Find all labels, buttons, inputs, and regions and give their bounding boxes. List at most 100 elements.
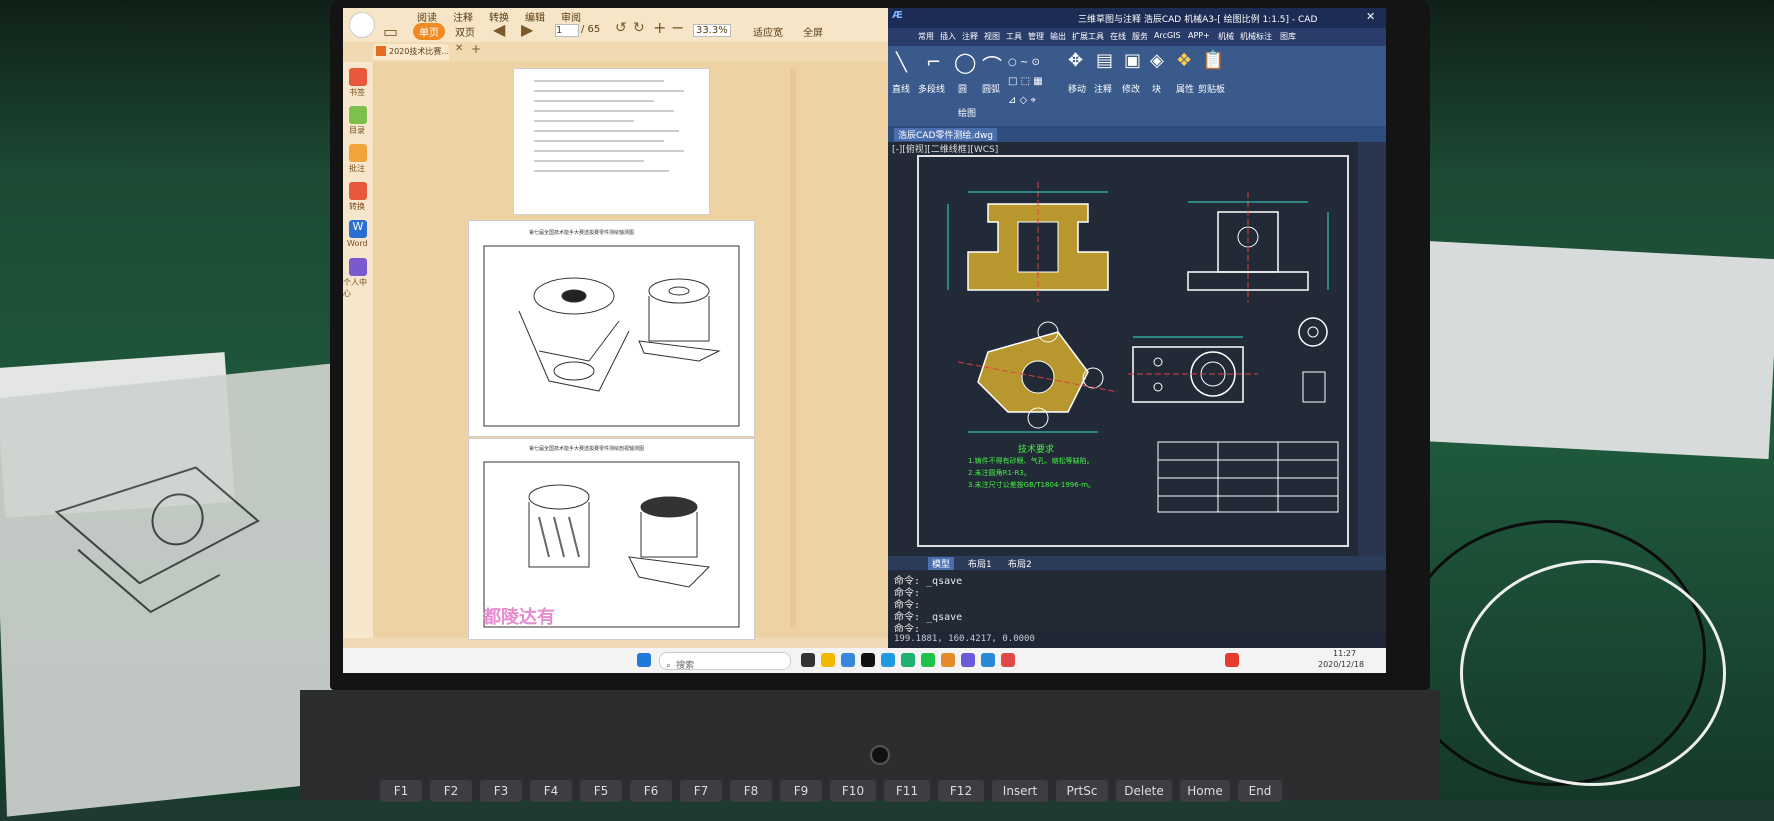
clipboard-icon[interactable]: 📋 (1202, 50, 1224, 71)
key-delete[interactable]: Delete (1116, 780, 1172, 802)
ribbon-tab[interactable]: 常用 (918, 31, 934, 42)
outline-icon[interactable] (349, 106, 367, 124)
zoom-in-icon[interactable]: + (653, 18, 666, 37)
user-center-icon[interactable] (349, 258, 367, 276)
app-logo-icon[interactable] (349, 12, 375, 38)
edge-icon[interactable] (881, 653, 895, 667)
search-box[interactable]: ⌕ 搜索 (659, 652, 791, 671)
ribbon-tab[interactable]: APP+ (1188, 31, 1210, 40)
clock-date[interactable]: 2020/12/18 (1318, 660, 1364, 669)
ribbon-tab[interactable]: 视图 (984, 31, 1000, 42)
ribbon-tab[interactable]: 机械 (1218, 31, 1234, 42)
cad-app-icon[interactable] (961, 653, 975, 667)
key-end[interactable]: End (1238, 780, 1282, 802)
browser-icon[interactable] (901, 653, 915, 667)
close-tab-icon[interactable]: ✕ (455, 43, 463, 54)
key-f8[interactable]: F8 (730, 780, 772, 802)
properties-button[interactable]: 属性 (1176, 82, 1194, 95)
key-f7[interactable]: F7 (680, 780, 722, 802)
key-prtsc[interactable]: PrtSc (1056, 780, 1108, 802)
prev-page-icon[interactable]: ◀ (493, 20, 505, 39)
fullscreen-button[interactable]: 全屏 (803, 24, 823, 39)
task-view-icon[interactable] (801, 653, 815, 667)
key-f1[interactable]: F1 (380, 780, 422, 802)
ribbon-tab[interactable]: 在线 (1110, 31, 1126, 42)
key-home[interactable]: Home (1180, 780, 1230, 802)
ribbon-tab[interactable]: 插入 (940, 31, 956, 42)
doc-tab[interactable]: 浩辰CAD零件测绘.dwg (894, 128, 998, 141)
cad-right-toolbar[interactable] (1358, 142, 1386, 556)
arc-button[interactable]: 圆弧 (982, 82, 1000, 95)
tab-layout1[interactable]: 布局1 (968, 557, 992, 570)
key-f5[interactable]: F5 (580, 780, 622, 802)
polyline-icon[interactable]: ⌐ (926, 52, 941, 73)
annotation-icon[interactable] (349, 144, 367, 162)
word-icon[interactable]: W (349, 220, 367, 238)
menu-review[interactable]: 审阅 (561, 9, 581, 24)
zoom-select[interactable]: 33.3% (693, 24, 731, 37)
key-f6[interactable]: F6 (630, 780, 672, 802)
ribbon-tab[interactable]: 扩展工具 (1072, 31, 1104, 42)
folder-icon[interactable]: ▭ (383, 22, 398, 41)
key-f11[interactable]: F11 (884, 780, 930, 802)
cad-drawing-area[interactable]: [-][俯视][二维线框][WCS] 技术要求 1.铸件不得有砂眼、气孔、缩松等… (888, 142, 1358, 556)
menu-read[interactable]: 阅读 (417, 9, 437, 24)
rotate-cw-icon[interactable]: ↻ (633, 20, 645, 36)
key-f10[interactable]: F10 (830, 780, 876, 802)
ribbon-tab[interactable]: 工具 (1006, 31, 1022, 42)
bookmark-icon[interactable] (349, 68, 367, 86)
next-page-icon[interactable]: ▶ (521, 20, 533, 39)
new-tab-icon[interactable]: + (471, 42, 481, 56)
properties-icon[interactable]: ❖ (1176, 50, 1192, 71)
clock-time[interactable]: 11:27 (1333, 649, 1356, 658)
pdf-scrollbar[interactable] (790, 68, 796, 628)
ribbon-tab[interactable]: ArcGIS (1154, 31, 1181, 40)
arc-icon[interactable]: ⌒ (982, 50, 1002, 79)
ribbon-tab[interactable]: 注释 (962, 31, 978, 42)
line-button[interactable]: 直线 (892, 82, 910, 95)
start-icon[interactable] (637, 653, 651, 667)
modify-button[interactable]: 修改 (1122, 82, 1140, 95)
move-button[interactable]: 移动 (1068, 82, 1086, 95)
tab-layout2[interactable]: 布局2 (1008, 557, 1032, 570)
page-number-input[interactable]: 1 (555, 24, 579, 37)
circle-icon[interactable]: ◯ (954, 50, 976, 74)
ribbon-tab[interactable]: 服务 (1132, 31, 1148, 42)
block-button[interactable]: 块 (1152, 82, 1161, 95)
key-f2[interactable]: F2 (430, 780, 472, 802)
app-icon[interactable] (981, 653, 995, 667)
ribbon-tab[interactable]: 管理 (1028, 31, 1044, 42)
ribbon-tab[interactable]: 图库 (1280, 31, 1296, 42)
double-page-button[interactable]: 双页 (455, 24, 475, 39)
clipboard-button[interactable]: 剪贴板 (1198, 82, 1225, 95)
file-explorer-icon[interactable] (821, 653, 835, 667)
modify-icon[interactable]: ▣ (1124, 50, 1141, 71)
rotate-icon[interactable]: ↺ (615, 20, 627, 36)
convert-icon[interactable] (349, 182, 367, 200)
key-f12[interactable]: F12 (938, 780, 984, 802)
key-insert[interactable]: Insert (992, 780, 1048, 802)
app-icon[interactable] (861, 653, 875, 667)
circle-button[interactable]: 圆 (958, 82, 967, 95)
close-icon[interactable]: ✕ (1366, 10, 1375, 23)
draw-tools-grid[interactable]: ○ ∼ ⊙ □ ⬚ ▦ ⊿ ◇ ⌖ (1008, 50, 1060, 106)
key-f9[interactable]: F9 (780, 780, 822, 802)
line-icon[interactable]: ╲ (896, 52, 907, 73)
menu-annotate[interactable]: 注释 (453, 9, 473, 24)
move-icon[interactable]: ✥ (1068, 50, 1083, 71)
annotation-button[interactable]: 注释 (1094, 82, 1112, 95)
store-icon[interactable] (841, 653, 855, 667)
ime-icon[interactable] (1225, 653, 1239, 667)
key-f3[interactable]: F3 (480, 780, 522, 802)
cad-logo-icon[interactable]: Æ (892, 10, 903, 21)
doc-tab[interactable]: 2020技术比赛... (373, 44, 449, 60)
single-page-button[interactable]: 单页 (413, 23, 445, 40)
ribbon-tab[interactable]: 输出 (1050, 31, 1066, 42)
wechat-icon[interactable] (921, 653, 935, 667)
fit-width-button[interactable]: 适应宽 (753, 24, 783, 39)
block-icon[interactable]: ◈ (1150, 50, 1164, 71)
polyline-button[interactable]: 多段线 (918, 82, 945, 95)
ribbon-tab[interactable]: 机械标注 (1240, 31, 1272, 42)
tab-model[interactable]: 模型 (928, 557, 955, 570)
app-icon[interactable] (1001, 653, 1015, 667)
